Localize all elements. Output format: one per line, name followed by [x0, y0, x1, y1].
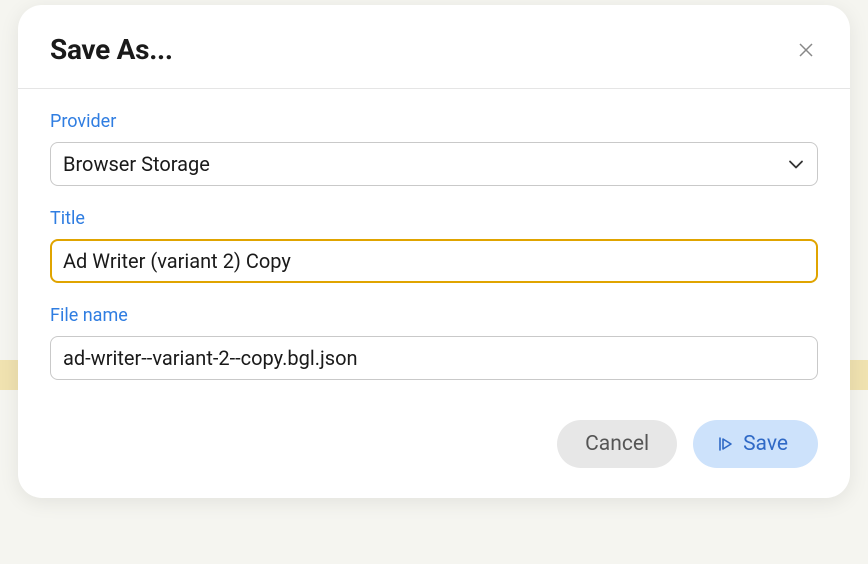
save-as-dialog: Save As... Provider Title — [18, 5, 850, 498]
dialog-title: Save As... — [50, 33, 173, 66]
filename-input[interactable] — [50, 336, 818, 380]
dialog-body: Provider Title File name — [18, 89, 850, 410]
save-icon — [717, 436, 733, 452]
dialog-footer: Cancel Save — [18, 410, 850, 498]
save-button-label: Save — [743, 432, 788, 456]
dialog-header: Save As... — [18, 5, 850, 89]
title-input[interactable] — [50, 239, 818, 283]
provider-field-group: Provider — [50, 111, 818, 186]
title-label: Title — [50, 208, 818, 229]
provider-select-wrapper — [50, 142, 818, 186]
filename-label: File name — [50, 305, 818, 326]
cancel-button[interactable]: Cancel — [557, 420, 677, 468]
title-field-group: Title — [50, 208, 818, 283]
provider-select[interactable] — [50, 142, 818, 186]
save-button[interactable]: Save — [693, 420, 818, 468]
close-icon — [798, 42, 814, 58]
filename-field-group: File name — [50, 305, 818, 380]
provider-label: Provider — [50, 111, 818, 132]
close-button[interactable] — [794, 38, 818, 62]
